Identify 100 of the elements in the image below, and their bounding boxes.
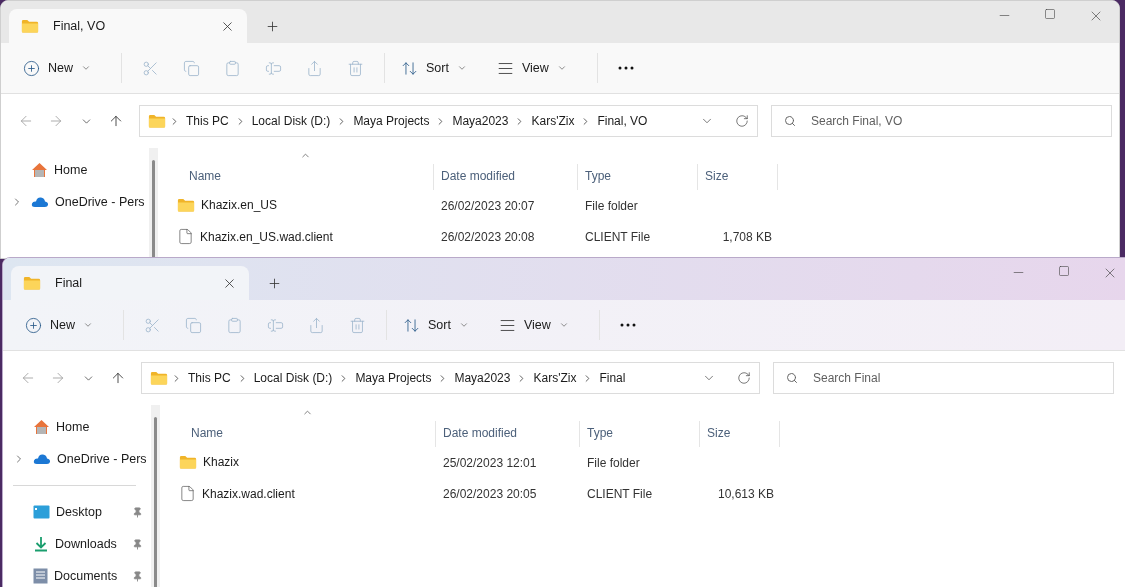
breadcrumb-item[interactable]: This PC	[183, 114, 232, 128]
address-bar[interactable]: This PC Local Disk (D:) Maya Projects Maya2023 Kars'Zix Final, VO	[139, 105, 758, 137]
column-header[interactable]: Name	[162, 164, 434, 190]
view-button[interactable]: View	[488, 51, 575, 85]
file-row[interactable]: Khazix.wad.client 26/02/2023 20:05 CLIENT File 10,613 KB	[160, 478, 1125, 509]
new-button[interactable]: New	[17, 308, 101, 342]
copy-icon	[185, 316, 202, 334]
sidebar-item[interactable]: OneDrive - Pers	[3, 443, 151, 475]
breadcrumb-item[interactable]: Kars'Zix	[528, 114, 578, 128]
folder-icon	[148, 113, 166, 129]
refresh-icon[interactable]	[737, 371, 751, 385]
sidebar-item[interactable]: Home	[1, 154, 149, 186]
pin-icon	[132, 570, 143, 582]
sidebar-item[interactable]: Downloads	[3, 528, 151, 560]
file-name: Khazix.en_US.wad.client	[200, 229, 333, 244]
sort-icon	[403, 316, 420, 334]
sort-button[interactable]: Sort	[393, 51, 475, 85]
scrollbar[interactable]	[151, 405, 160, 587]
type-cell-text: CLIENT File	[586, 486, 654, 501]
folder-icon	[23, 275, 41, 291]
sidebar-item[interactable]: Desktop	[3, 496, 151, 528]
more-icon	[617, 66, 634, 70]
column-header[interactable]: Date modified	[436, 421, 580, 447]
copy-icon	[183, 59, 200, 77]
rename-icon	[267, 316, 284, 334]
type-cell-text: CLIENT File	[584, 229, 652, 244]
folder-icon	[179, 455, 197, 470]
search-icon	[784, 115, 796, 127]
tab-title: Final, VO	[53, 19, 107, 33]
new-icon	[23, 59, 40, 77]
column-header[interactable]: Date modified	[434, 164, 578, 190]
view-button[interactable]: View	[490, 308, 577, 342]
sidebar-item[interactable]: OneDrive - Pers	[1, 186, 149, 218]
new-tab-icon[interactable]	[265, 19, 280, 34]
desktop-icon	[33, 505, 50, 519]
file-name: Khazix.en_US	[201, 198, 278, 213]
scrollbar[interactable]	[149, 148, 158, 258]
search-field[interactable]: Search Final	[773, 362, 1114, 394]
column-header[interactable]: Type	[580, 421, 700, 447]
address-bar[interactable]: This PC Local Disk (D:) Maya Projects Maya2023 Kars'Zix Final	[141, 362, 760, 394]
sort-icon	[401, 59, 418, 77]
column-header[interactable]: Name	[164, 421, 436, 447]
breadcrumb-item[interactable]: Local Disk (D:)	[250, 371, 336, 385]
caret-icon	[458, 320, 469, 330]
date-cell-text: 26/02/2023 20:08	[440, 229, 536, 244]
breadcrumb-item[interactable]: Maya2023	[451, 371, 514, 385]
type-cell-text: File folder	[586, 455, 641, 470]
file-row[interactable]: Khazix.en_US 26/02/2023 20:07 File folder	[158, 190, 1119, 221]
column-header[interactable]: Size	[698, 164, 778, 190]
sort-button[interactable]: Sort	[395, 308, 477, 342]
refresh-icon[interactable]	[735, 114, 749, 128]
caret-icon	[83, 320, 93, 330]
file-name: Khazix	[203, 455, 240, 470]
sidebar-item[interactable]: Home	[3, 411, 151, 443]
sidebar-item[interactable]: Documents	[3, 560, 151, 587]
home-icon	[31, 162, 48, 178]
file-icon	[177, 228, 194, 245]
caret-icon	[558, 320, 569, 330]
home-icon	[33, 419, 50, 435]
file-row[interactable]: Khazix 25/02/2023 12:01 File folder	[160, 447, 1125, 478]
folder-tab[interactable]: Final, VO	[9, 9, 247, 43]
type-cell-text: File folder	[584, 198, 639, 213]
share-icon	[308, 316, 325, 334]
paste-icon	[226, 316, 243, 334]
document-icon	[33, 568, 48, 584]
breadcrumb-item[interactable]: Final, VO	[594, 114, 651, 128]
folder-icon	[150, 370, 168, 386]
pin-icon	[132, 506, 143, 518]
paste-icon	[224, 59, 241, 77]
pin-icon	[132, 538, 143, 550]
folder-tab[interactable]: Final	[11, 266, 249, 300]
rename-icon	[265, 59, 282, 77]
breadcrumb-item[interactable]: Maya2023	[449, 114, 512, 128]
tab-title: Final	[55, 276, 84, 290]
size-cell-text: 10,613 KB	[716, 486, 775, 501]
file-row[interactable]: Khazix.en_US.wad.client 26/02/2023 20:08 CLIENT File 1,708 KB	[158, 221, 1119, 252]
breadcrumb-item[interactable]: Maya Projects	[350, 114, 433, 128]
cut-icon	[142, 59, 159, 77]
column-header[interactable]: Size	[700, 421, 780, 447]
delete-icon	[347, 59, 364, 77]
cloud-icon	[31, 196, 49, 208]
file-name: Khazix.wad.client	[202, 486, 295, 501]
file-icon	[179, 485, 196, 502]
breadcrumb-item[interactable]: Kars'Zix	[530, 371, 580, 385]
search-field[interactable]: Search Final, VO	[771, 105, 1112, 137]
column-header[interactable]: Type	[578, 164, 698, 190]
breadcrumb-item[interactable]: Local Disk (D:)	[248, 114, 334, 128]
new-icon	[25, 316, 42, 334]
new-button[interactable]: New	[15, 51, 99, 85]
size-cell-text: 1,708 KB	[721, 229, 773, 244]
new-tab-icon[interactable]	[267, 276, 282, 291]
delete-icon	[349, 316, 366, 334]
breadcrumb-item[interactable]: This PC	[185, 371, 234, 385]
more-icon	[619, 323, 636, 327]
download-icon	[33, 536, 49, 552]
share-icon	[306, 59, 323, 77]
folder-icon	[21, 18, 39, 34]
breadcrumb-item[interactable]: Final	[596, 371, 629, 385]
date-cell-text: 25/02/2023 12:01	[442, 455, 538, 470]
breadcrumb-item[interactable]: Maya Projects	[352, 371, 435, 385]
